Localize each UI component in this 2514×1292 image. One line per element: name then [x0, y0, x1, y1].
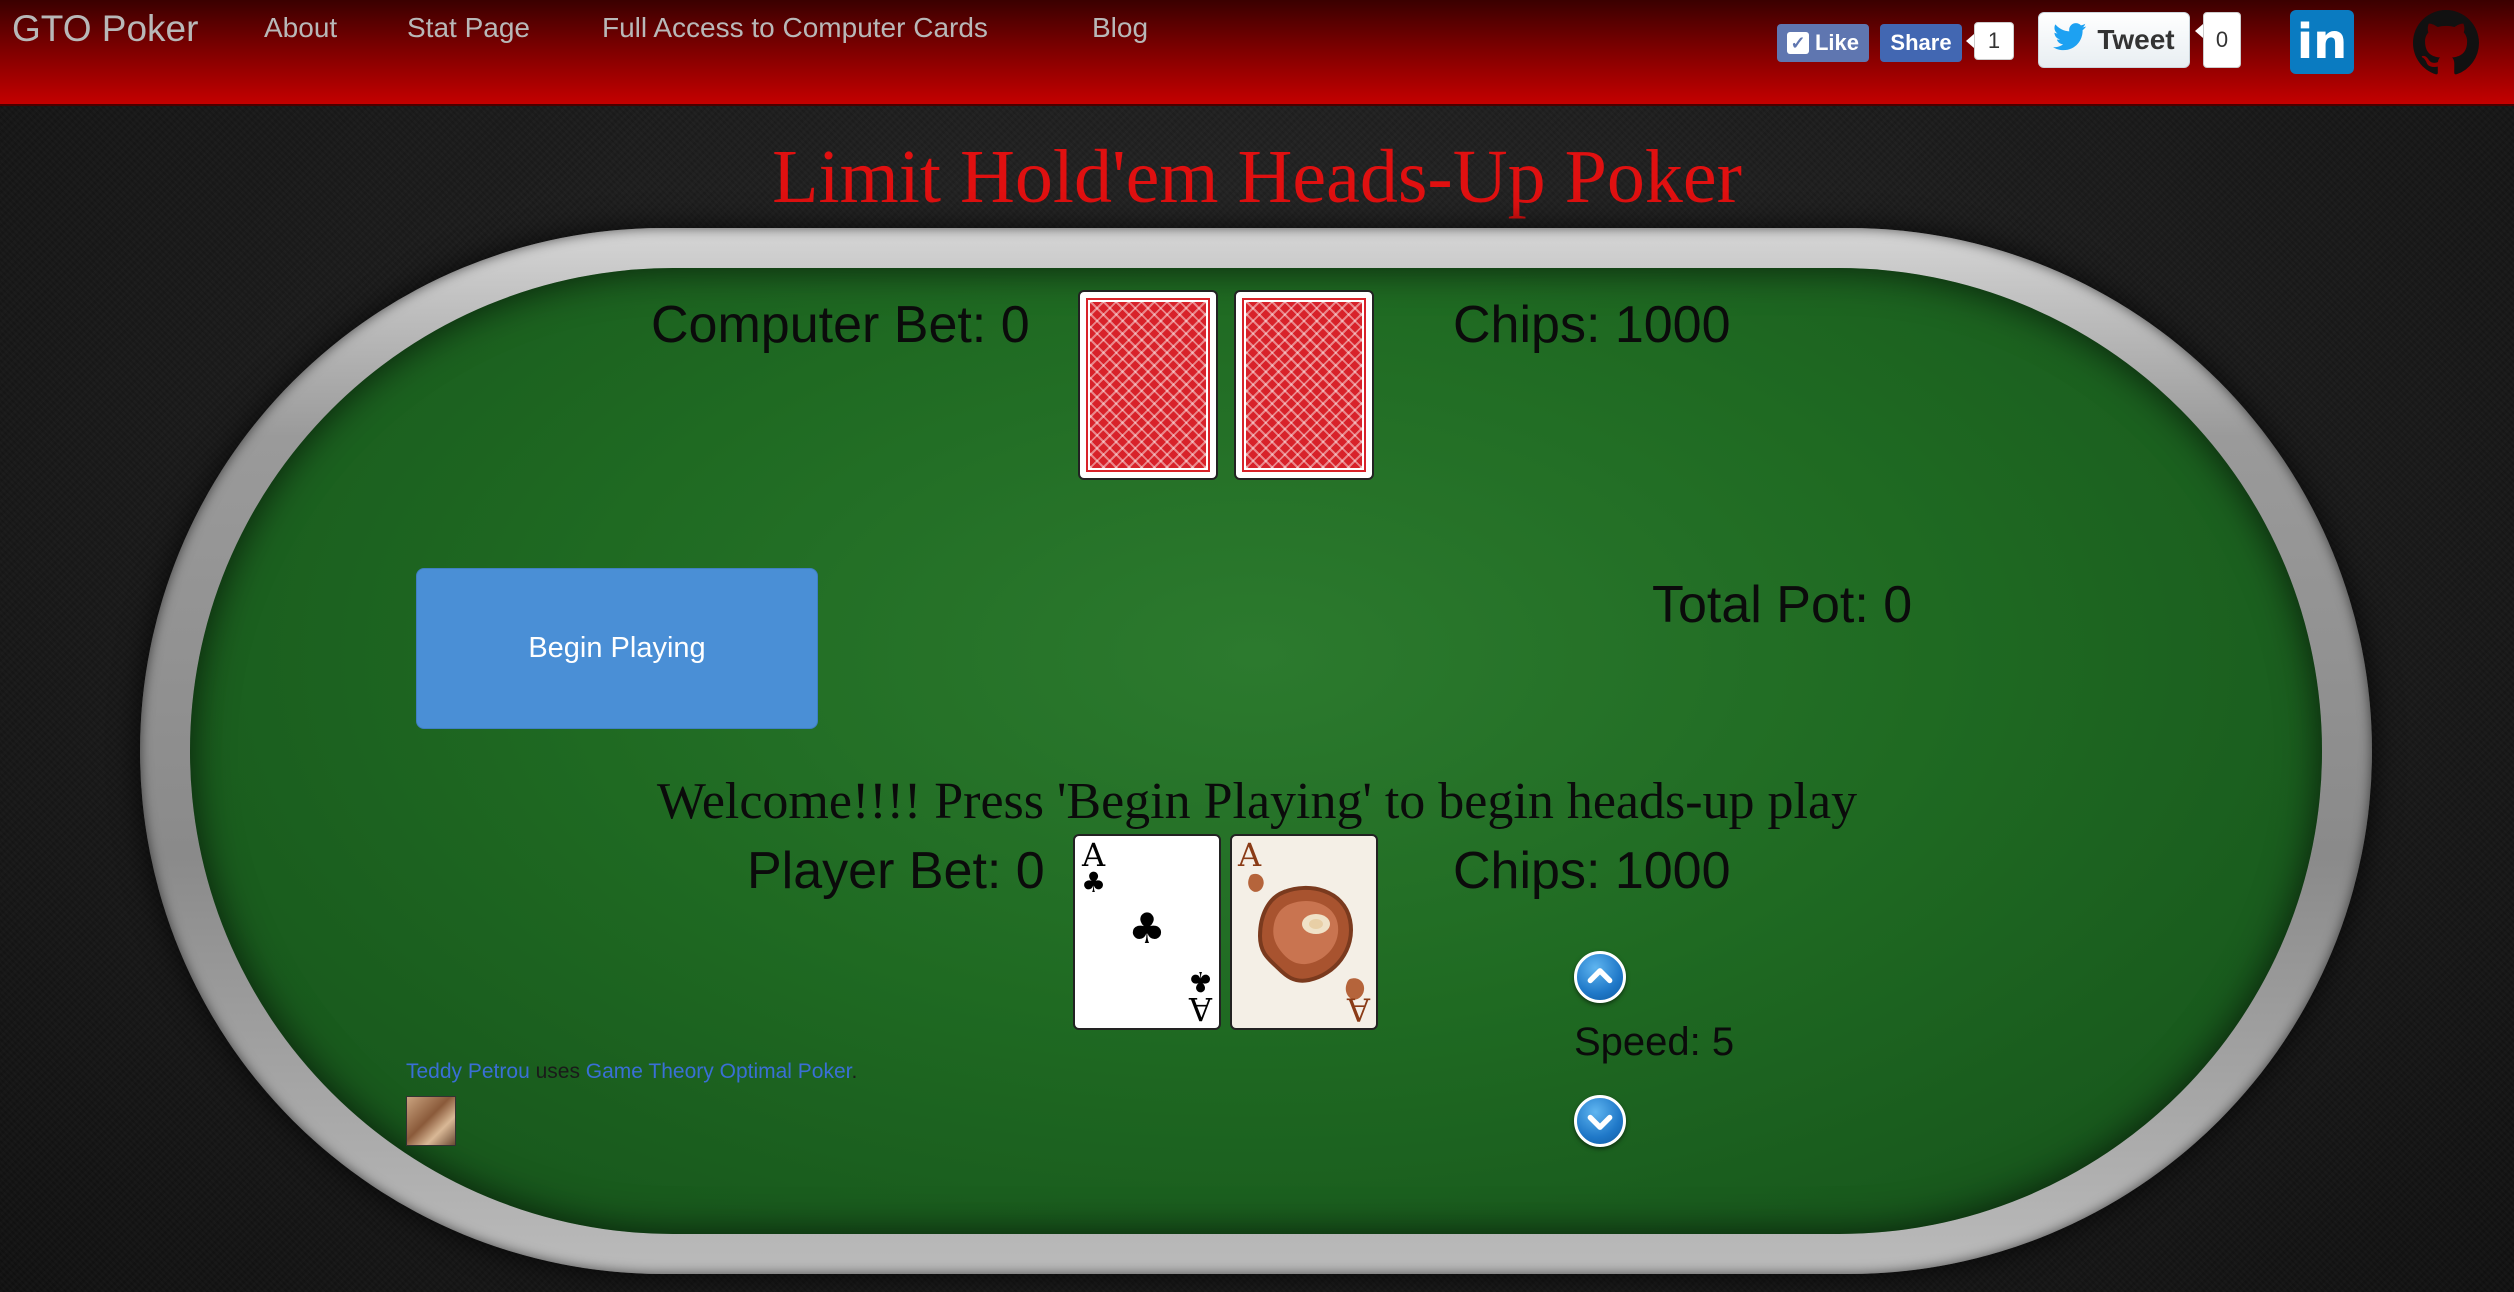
github-icon[interactable]: [2413, 10, 2479, 76]
player-card-ace-of-steaks: A A: [1230, 834, 1378, 1030]
facebook-share-label: Share: [1890, 30, 1952, 55]
begin-playing-button[interactable]: Begin Playing: [416, 568, 818, 729]
card-rank: A: [1238, 836, 1262, 874]
facebook-share-button[interactable]: Share: [1880, 24, 1962, 62]
clubs-icon: ♣: [1128, 904, 1166, 953]
card-corner-bottom: A: [1346, 990, 1370, 1028]
clubs-icon: ♣: [1081, 866, 1107, 900]
tweet-button[interactable]: Tweet: [2038, 12, 2190, 68]
chevron-down-icon: [1587, 1114, 1613, 1130]
steak-pip-icon: [1248, 873, 1264, 892]
card-rank: A: [1188, 990, 1212, 1028]
facebook-count: 1: [1966, 22, 2014, 60]
facebook-like-button[interactable]: ✓ Like: [1777, 24, 1869, 62]
credit-middle-text: uses: [529, 1060, 586, 1083]
checkmark-icon: ✓: [1786, 32, 1809, 54]
tweet-count: 0: [2195, 12, 2241, 68]
speed-down-button[interactable]: [1574, 1095, 1626, 1147]
player-chips-label: Chips: 1000: [1453, 842, 1731, 900]
card-corner-bottom: A ♣: [1187, 964, 1213, 1028]
nav-about[interactable]: About: [264, 12, 337, 44]
page-title: Limit Hold'em Heads-Up Poker: [772, 135, 1742, 219]
speed-label: Speed: 5: [1574, 1020, 1735, 1064]
computer-chips-label: Chips: 1000: [1453, 296, 1731, 354]
computer-card-back-2: [1234, 290, 1374, 480]
welcome-message: Welcome!!!! Press 'Begin Playing' to beg…: [656, 773, 1858, 830]
avatar[interactable]: [406, 1096, 456, 1146]
card-back-pattern: [1242, 298, 1366, 472]
computer-card-back-1: [1078, 290, 1218, 480]
twitter-bird-icon: [2053, 22, 2087, 59]
card-back-pattern: [1086, 298, 1210, 472]
nav-full-access[interactable]: Full Access to Computer Cards: [602, 12, 988, 44]
computer-bet-label: Computer Bet: 0: [651, 296, 1030, 354]
brand-link[interactable]: GTO Poker: [12, 8, 198, 50]
linkedin-icon[interactable]: in: [2290, 10, 2354, 74]
speed-up-button[interactable]: [1574, 951, 1626, 1003]
facebook-like-label: Like: [1814, 30, 1860, 55]
total-pot-label: Total Pot: 0: [1652, 576, 1913, 634]
author-link[interactable]: Teddy Petrou: [406, 1060, 530, 1083]
card-corner-top: A: [1238, 836, 1262, 874]
player-card-ace-of-clubs: A ♣ ♣ A ♣: [1073, 834, 1221, 1030]
nav-stat-page[interactable]: Stat Page: [407, 12, 530, 44]
card-rank: A: [1346, 990, 1370, 1028]
nav-blog[interactable]: Blog: [1092, 12, 1148, 44]
app-link[interactable]: Game Theory Optimal Poker: [586, 1060, 852, 1083]
card-corner-top: A ♣: [1081, 839, 1107, 900]
credit-end-text: .: [851, 1060, 858, 1083]
tweet-label: Tweet: [2097, 24, 2175, 55]
chevron-up-icon: [1587, 968, 1613, 984]
player-bet-label: Player Bet: 0: [747, 842, 1045, 900]
credit-line: Teddy Petrou uses Game Theory Optimal Po…: [406, 1060, 857, 1084]
clubs-icon: ♣: [1187, 964, 1213, 998]
steak-icon: [1257, 885, 1353, 983]
linkedin-label: in: [2296, 14, 2348, 70]
navbar: GTO Poker About Stat Page Full Access to…: [0, 0, 2514, 106]
